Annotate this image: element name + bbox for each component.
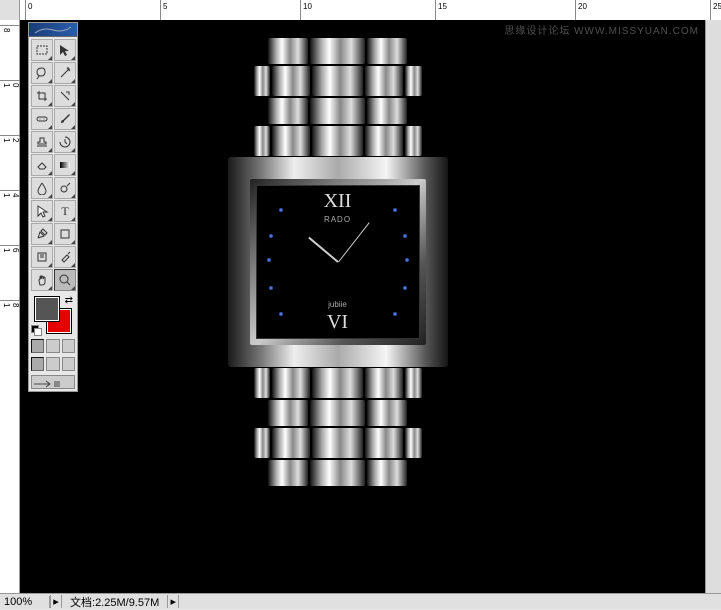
watch-case: XII RADO jubiie VI xyxy=(228,157,448,367)
doc-label: 文档: xyxy=(70,597,95,609)
mode-button-3[interactable] xyxy=(62,339,75,353)
history-brush-icon xyxy=(58,135,72,149)
watch-bezel: XII RADO jubiie VI xyxy=(250,179,426,345)
move-tool[interactable] xyxy=(54,39,76,61)
doc-size: 2.25M/9.57M xyxy=(95,597,159,609)
hand-icon xyxy=(35,273,49,287)
screen-full-menu-button[interactable] xyxy=(46,357,59,371)
magic-wand-icon xyxy=(58,66,72,80)
edit-mode-row xyxy=(29,337,77,355)
eyedropper-icon xyxy=(58,250,72,264)
healing-brush-icon xyxy=(35,112,49,126)
watermark-text: 思缘设计论坛 WWW.MISSYUAN.COM xyxy=(504,22,699,37)
blur-tool[interactable] xyxy=(31,177,53,199)
pen-icon xyxy=(35,227,49,241)
path-select-icon xyxy=(35,204,49,218)
blur-icon xyxy=(35,181,49,195)
magic-wand-tool[interactable] xyxy=(54,62,76,84)
left-ruler-bar: 8 10 12 14 16 18 xyxy=(0,20,20,593)
slice-icon xyxy=(58,89,72,103)
marquee-rect-icon xyxy=(35,43,49,57)
slice-tool[interactable] xyxy=(54,85,76,107)
brush-icon xyxy=(58,112,72,126)
bracelet-top xyxy=(253,37,423,157)
marquee-rect-tool[interactable] xyxy=(31,39,53,61)
default-colors-icon[interactable] xyxy=(31,325,41,335)
document-info[interactable]: 文档:2.25M/9.57M xyxy=(62,594,167,610)
swap-colors-icon[interactable]: ⇄ xyxy=(65,295,73,306)
brand-text: RADO xyxy=(324,215,351,224)
quick-mask-button[interactable] xyxy=(46,339,59,353)
top-ruler-bar: 0 5 10 15 20 25 xyxy=(0,0,721,20)
gradient-tool[interactable] xyxy=(54,154,76,176)
toolbox-header[interactable] xyxy=(29,23,77,37)
foreground-color[interactable] xyxy=(35,297,59,321)
brush-tool[interactable] xyxy=(54,108,76,130)
pen-tool[interactable] xyxy=(31,223,53,245)
move-icon xyxy=(58,43,72,57)
subtitle-text: jubiie xyxy=(328,300,347,309)
screen-full-button[interactable] xyxy=(62,357,75,371)
lasso-icon xyxy=(35,66,49,80)
eraser-icon xyxy=(35,158,49,172)
lasso-tool[interactable] xyxy=(31,62,53,84)
ruler-origin[interactable] xyxy=(0,0,20,20)
shape-tool[interactable] xyxy=(54,223,76,245)
notes-tool[interactable] xyxy=(31,246,53,268)
status-bar: 100% ▸ 文档:2.25M/9.57M ▸ xyxy=(0,593,721,609)
hand-tool[interactable] xyxy=(31,269,53,291)
eyedropper-tool[interactable] xyxy=(54,246,76,268)
watch-artwork: XII RADO jubiie VI xyxy=(253,37,473,487)
standard-mode-button[interactable] xyxy=(31,339,44,353)
clone-stamp-tool[interactable] xyxy=(31,131,53,153)
bracelet-bottom xyxy=(253,367,423,487)
shape-icon xyxy=(58,227,72,241)
eraser-tool[interactable] xyxy=(31,154,53,176)
crop-tool[interactable] xyxy=(31,85,53,107)
clone-stamp-icon xyxy=(35,135,49,149)
zoom-tool[interactable] xyxy=(54,269,76,291)
type-tool[interactable]: T xyxy=(54,200,76,222)
jump-to-imageready-button[interactable] xyxy=(31,375,75,389)
history-brush-tool[interactable] xyxy=(54,131,76,153)
notes-icon xyxy=(35,250,49,264)
healing-brush-tool[interactable] xyxy=(31,108,53,130)
jump-row xyxy=(29,373,77,391)
type-icon: T xyxy=(58,204,72,218)
numeral-12: XII xyxy=(324,190,352,213)
gradient-icon xyxy=(58,158,72,172)
dodge-tool[interactable] xyxy=(54,177,76,199)
status-flyout-arrow[interactable]: ▸ xyxy=(167,595,179,608)
zoom-level[interactable]: 100% xyxy=(0,596,50,608)
vertical-ruler[interactable]: 8 10 12 14 16 18 xyxy=(0,20,20,593)
status-menu-arrow[interactable]: ▸ xyxy=(50,595,62,608)
color-picker-section: ⇄ xyxy=(29,293,77,337)
feather-icon xyxy=(33,25,73,35)
watch-dial: XII RADO jubiie VI xyxy=(256,185,420,339)
toolbox-panel[interactable]: T ⇄ xyxy=(28,22,78,392)
path-select-tool[interactable] xyxy=(31,200,53,222)
svg-text:T: T xyxy=(61,204,69,218)
screen-standard-button[interactable] xyxy=(31,357,44,371)
screen-mode-row xyxy=(29,355,77,373)
vertical-scrollbar[interactable] xyxy=(705,20,721,593)
canvas[interactable]: 思缘设计论坛 WWW.MISSYUAN.COM XII RADO jubiie … xyxy=(20,20,705,593)
numeral-6: VI xyxy=(327,311,348,334)
zoom-icon xyxy=(58,273,72,287)
crop-icon xyxy=(35,89,49,103)
imageready-icon xyxy=(32,379,62,389)
horizontal-ruler[interactable]: 0 5 10 15 20 25 xyxy=(20,0,721,20)
dodge-icon xyxy=(58,181,72,195)
